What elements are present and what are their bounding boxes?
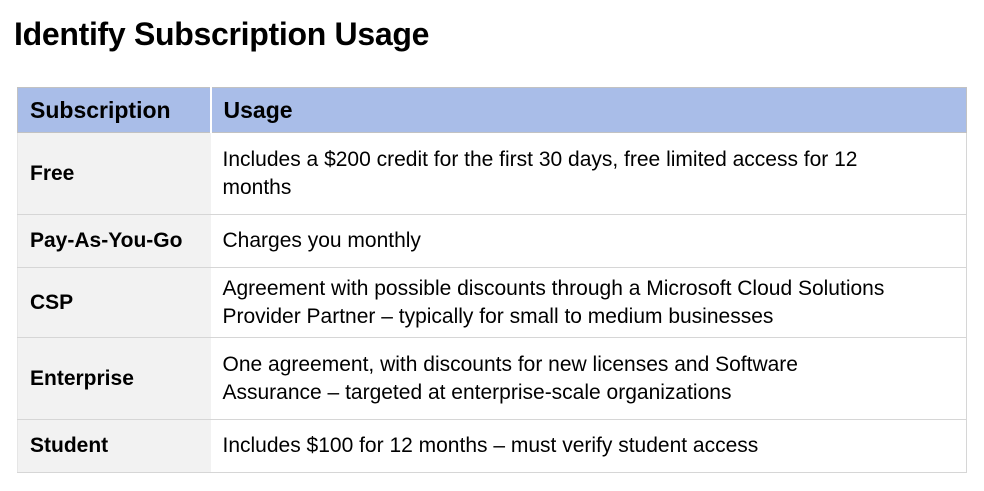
usage-cell: Charges you monthly xyxy=(210,214,967,268)
table-header-row: Subscription Usage xyxy=(17,87,967,133)
usage-text: Agreement with possible discounts throug… xyxy=(222,276,885,328)
subscription-name-cell: Student xyxy=(17,419,211,473)
subscription-name-cell: CSP xyxy=(17,267,211,338)
subscription-name-cell: Free xyxy=(17,132,211,215)
usage-cell: Includes $100 for 12 months – must verif… xyxy=(210,419,967,473)
column-header-usage: Usage xyxy=(209,87,967,133)
subscription-name-cell: Enterprise xyxy=(17,337,211,420)
usage-cell: Includes a $200 credit for the first 30 … xyxy=(210,132,967,215)
table-row: Enterprise One agreement, with discounts… xyxy=(17,337,967,420)
table-row: Student Includes $100 for 12 months – mu… xyxy=(17,419,967,473)
subscription-table: Subscription Usage Free Includes a $200 … xyxy=(17,87,967,473)
page-title: Identify Subscription Usage xyxy=(14,16,430,52)
usage-text: Includes a $200 credit for the first 30 … xyxy=(222,147,858,199)
column-header-subscription: Subscription xyxy=(17,87,211,133)
usage-cell: One agreement, with discounts for new li… xyxy=(210,337,967,420)
usage-text: One agreement, with discounts for new li… xyxy=(222,352,798,404)
table-row: Pay-As-You-Go Charges you monthly xyxy=(17,214,967,268)
table-row: CSP Agreement with possible discounts th… xyxy=(17,267,967,338)
table-row: Free Includes a $200 credit for the firs… xyxy=(17,132,967,215)
subscription-name-cell: Pay-As-You-Go xyxy=(17,214,211,268)
usage-cell: Agreement with possible discounts throug… xyxy=(210,267,967,338)
